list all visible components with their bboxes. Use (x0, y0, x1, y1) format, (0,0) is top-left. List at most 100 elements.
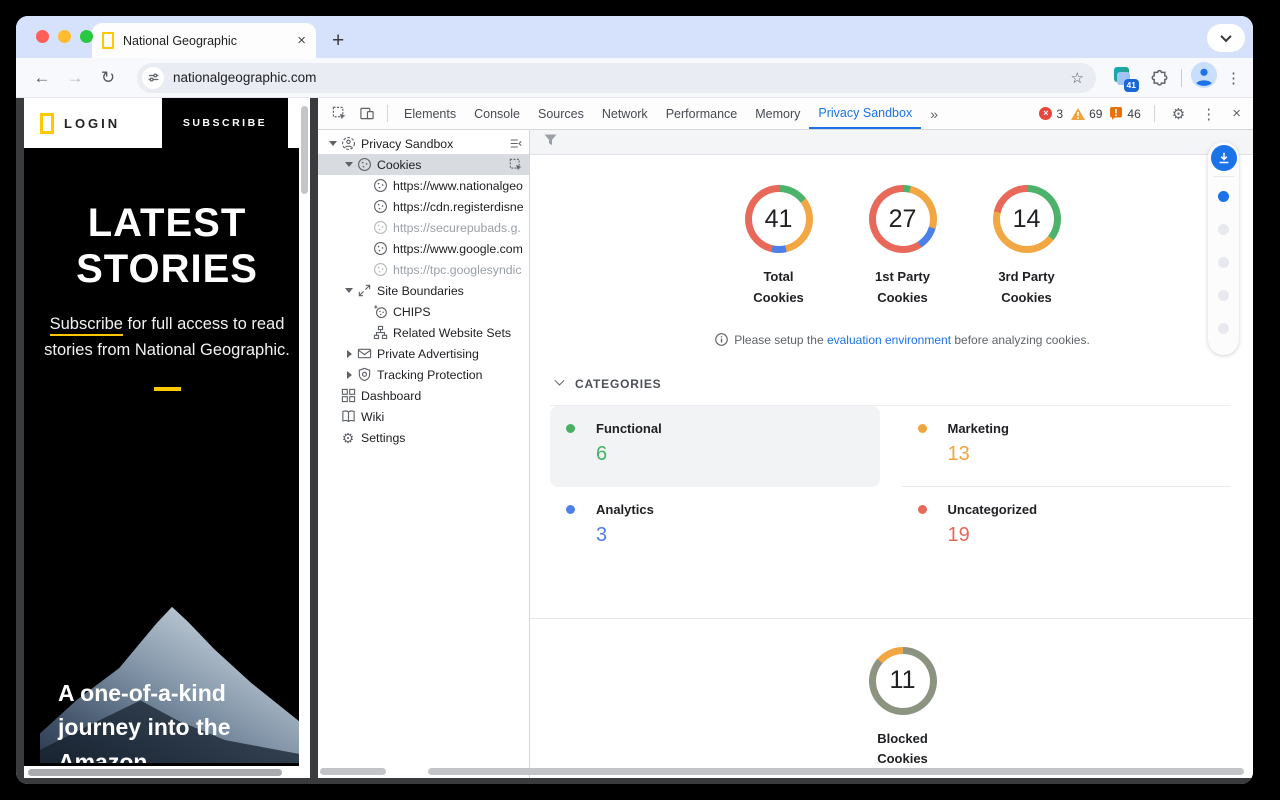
tree-item-https-cdn-registerdisne[interactable]: https://cdn.registerdisne (318, 196, 529, 217)
close-window-button[interactable] (36, 30, 49, 43)
devtools-tab-console[interactable]: Console (465, 98, 529, 129)
page-vertical-scroll-thumb[interactable] (301, 106, 308, 194)
login-link[interactable]: LOGIN (64, 116, 120, 131)
categories-section-header[interactable]: CATEGORIES (556, 377, 1253, 391)
tree-item-related-website-sets[interactable]: Related Website Sets (318, 322, 529, 343)
devtools-menu-kebab-icon[interactable]: ⋮ (1197, 105, 1220, 123)
tree-item-site-boundaries[interactable]: Site Boundaries (318, 280, 529, 301)
console-errors-badge[interactable]: × 3 (1039, 107, 1063, 121)
hero-image[interactable]: A one-of-a-kind journey into the Amazon (40, 433, 304, 763)
devtools-tab-sources[interactable]: Sources (529, 98, 593, 129)
devtools-tab-network[interactable]: Network (593, 98, 657, 129)
nav-dot[interactable] (1218, 257, 1229, 268)
issues-badge[interactable]: 46 (1110, 107, 1140, 121)
devtools-settings-gear-icon[interactable]: ⚙ (1168, 105, 1189, 123)
tab-close-icon[interactable]: × (297, 33, 306, 48)
forward-button[interactable]: → (63, 68, 87, 88)
nav-dot-active[interactable] (1218, 191, 1229, 202)
devtools-close-icon[interactable]: × (1228, 105, 1245, 122)
tree-item-private-advertising[interactable]: Private Advertising (318, 343, 529, 364)
cookie-extension-icon[interactable]: 41 (1113, 66, 1137, 90)
maximize-window-button[interactable] (80, 30, 93, 43)
tree-item-https-securepubads-g[interactable]: https://securepubads.g. (318, 217, 529, 238)
toolbar-separator (387, 105, 388, 122)
devtools-horizontal-scroll-thumb[interactable] (428, 768, 1244, 775)
inspect-element-icon[interactable] (326, 102, 352, 126)
site-settings-icon[interactable] (142, 67, 164, 89)
natgeo-logo[interactable] (40, 113, 54, 134)
category-card-marketing[interactable]: Marketing13 (902, 406, 1232, 487)
device-toolbar-icon[interactable] (354, 102, 380, 126)
devtools-divider[interactable] (310, 98, 318, 778)
tree-item-label: Tracking Protection (377, 368, 482, 382)
tree-item-cookies[interactable]: Cookies (318, 154, 529, 175)
donut-ring: 41 (745, 185, 813, 253)
devtools-tab-elements[interactable]: Elements (395, 98, 465, 129)
category-count: 19 (948, 524, 1232, 547)
category-dot-icon (918, 424, 927, 433)
toolbar-separator (1181, 69, 1182, 87)
browser-menu-kebab-icon[interactable]: ⋮ (1226, 69, 1241, 87)
window-controls (36, 30, 93, 43)
expander-down-icon[interactable] (326, 141, 340, 146)
nav-dot[interactable] (1218, 290, 1229, 301)
tree-horizontal-scroll-thumb[interactable] (320, 768, 386, 775)
more-tabs-icon[interactable]: » (923, 106, 945, 122)
inspect-icon[interactable] (509, 158, 523, 172)
extensions-puzzle-icon[interactable] (1146, 66, 1172, 90)
cookie-icon (372, 220, 388, 235)
filter-bar (530, 130, 1253, 155)
donut-chart-1st-party-cookies: 271st PartyCookies (849, 185, 957, 309)
tree-item-wiki[interactable]: Wiki (318, 406, 529, 427)
cookie-icon (372, 178, 388, 193)
tree-item-settings[interactable]: ⚙Settings (318, 427, 529, 448)
category-card-functional[interactable]: Functional6 (550, 406, 880, 487)
console-warnings-badge[interactable]: 69 (1071, 107, 1102, 121)
mail-icon (356, 346, 372, 361)
tree-item-label: https://cdn.registerdisne (393, 200, 524, 214)
address-bar[interactable]: nationalgeographic.com ☆ (137, 63, 1096, 93)
tree-item-https-www-google-com[interactable]: https://www.google.com (318, 238, 529, 259)
tree-item-privacy-sandbox[interactable]: Privacy Sandbox (318, 133, 529, 154)
category-card-uncategorized[interactable]: Uncategorized19 (902, 487, 1232, 568)
browser-tab[interactable]: National Geographic × (92, 23, 316, 58)
subscribe-link[interactable]: Subscribe (50, 315, 123, 336)
category-count: 3 (596, 524, 880, 547)
category-dot-icon (566, 424, 575, 433)
collapse-icon[interactable] (509, 136, 523, 151)
back-button[interactable]: ← (30, 68, 54, 88)
tree-item-label: https://www.nationalgeo (393, 179, 523, 193)
devtools-tab-privacy-sandbox[interactable]: Privacy Sandbox (809, 98, 921, 129)
expander-right-icon[interactable] (342, 371, 356, 379)
new-tab-button[interactable]: + (332, 30, 344, 51)
profile-avatar[interactable] (1191, 62, 1217, 93)
tree-item-tracking-protection[interactable]: Tracking Protection (318, 364, 529, 385)
tree-item-https-tpc-googlesyndic[interactable]: https://tpc.googlesyndic (318, 259, 529, 280)
tree-item-label: Related Website Sets (393, 326, 511, 340)
filter-icon[interactable] (544, 133, 557, 151)
expander-down-icon[interactable] (342, 288, 356, 293)
download-report-button[interactable] (1211, 145, 1237, 171)
expander-down-icon[interactable] (342, 162, 356, 167)
privacy-sandbox-tree: Privacy SandboxCookies https://www.nation… (318, 130, 530, 778)
tree-item-https-www-nationalgeo[interactable]: https://www.nationalgeo (318, 175, 529, 196)
bookmark-star-icon[interactable]: ☆ (1071, 69, 1084, 87)
page-horizontal-scroll-thumb[interactable] (28, 769, 282, 776)
tab-search-button[interactable] (1207, 24, 1245, 52)
minimize-window-button[interactable] (58, 30, 71, 43)
devtools-tab-performance[interactable]: Performance (657, 98, 747, 129)
expander-right-icon[interactable] (342, 350, 356, 358)
tree-item-dashboard[interactable]: Dashboard (318, 385, 529, 406)
tree-item-chips[interactable]: CHIPS (318, 301, 529, 322)
subscribe-button[interactable]: SUBSCRIBE (162, 98, 288, 148)
category-card-analytics[interactable]: Analytics3 (550, 487, 880, 568)
devtools-tab-memory[interactable]: Memory (746, 98, 809, 129)
nav-dot[interactable] (1218, 323, 1229, 334)
evaluation-environment-link[interactable]: evaluation environment (827, 333, 951, 347)
nav-dot[interactable] (1218, 224, 1229, 235)
tree-item-label: Settings (361, 431, 405, 445)
natgeo-page: LOGIN SUBSCRIBE LATEST STORIES Subscribe… (24, 98, 310, 778)
reload-button[interactable]: ↻ (96, 68, 120, 88)
donut-label: 1st PartyCookies (875, 267, 930, 309)
category-dot-icon (918, 505, 927, 514)
